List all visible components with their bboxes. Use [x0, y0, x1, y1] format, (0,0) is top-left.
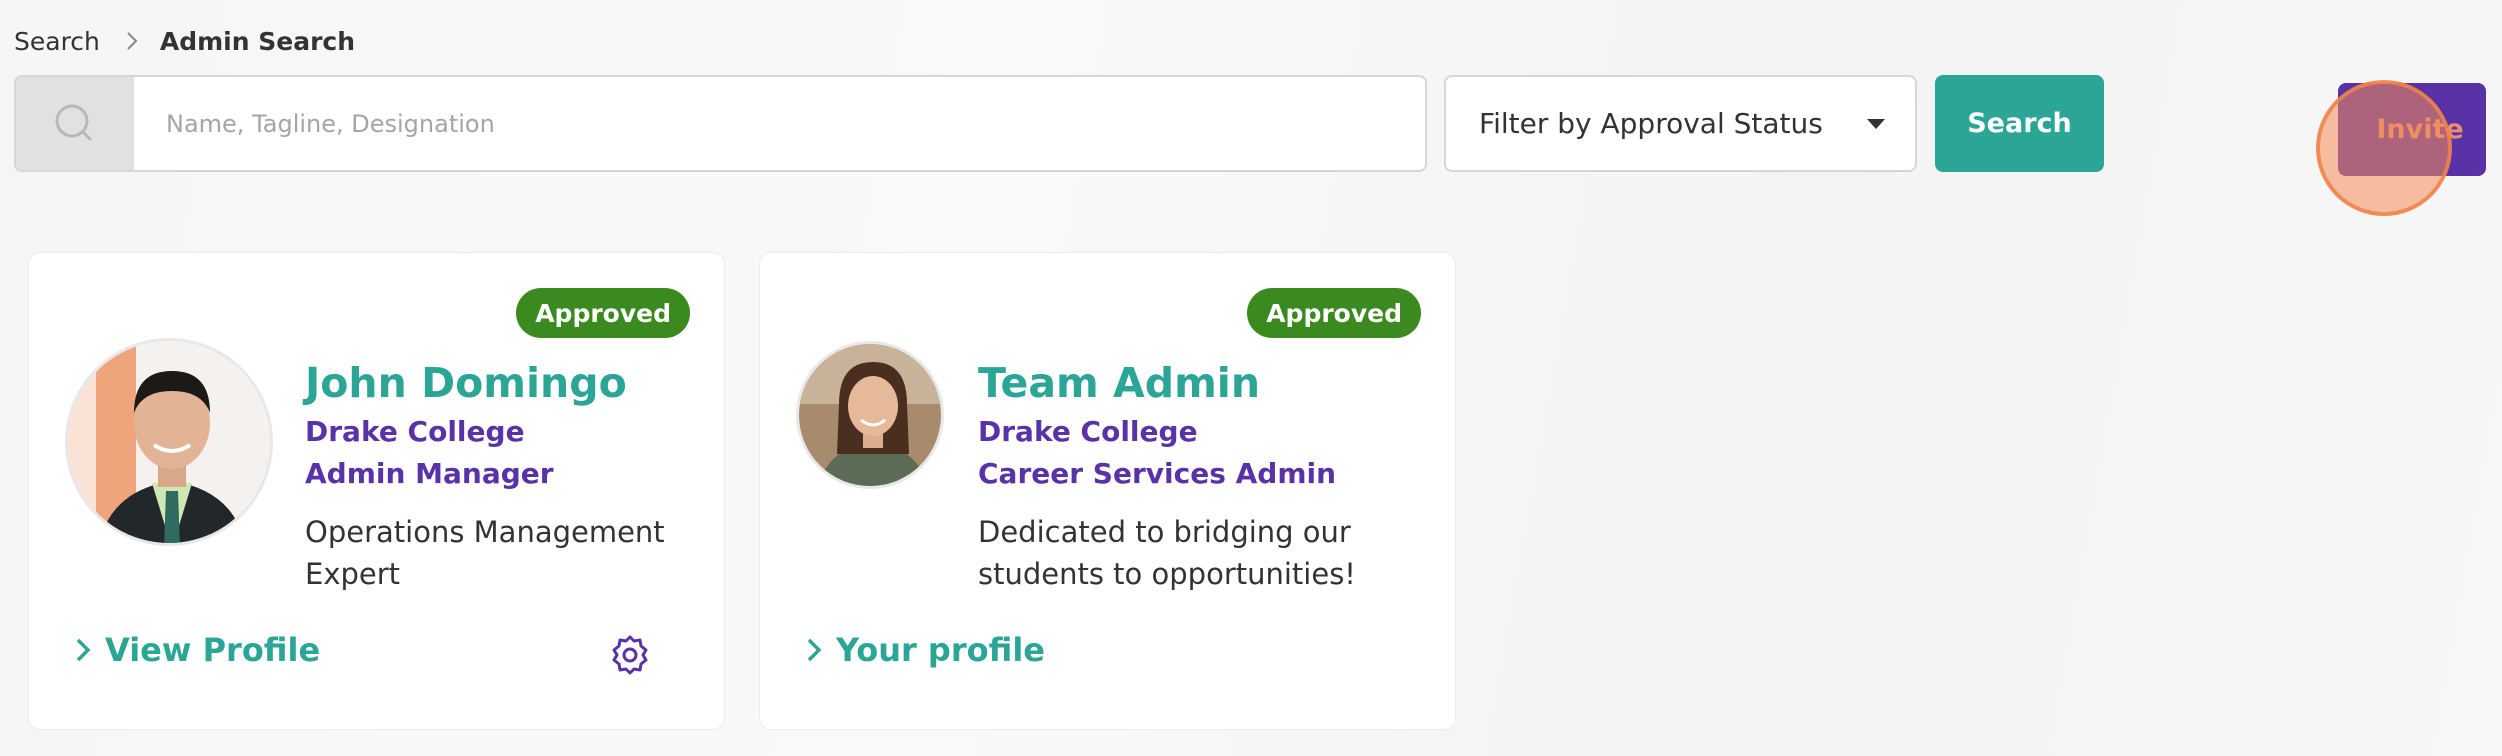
admin-search-page: Search Admin Search Filter by Approval S… — [0, 0, 2502, 756]
chevron-right-icon — [806, 637, 822, 663]
admin-card: Approved John Domingo Drake College Admi… — [28, 252, 725, 730]
search-input[interactable] — [134, 77, 1425, 170]
avatar — [796, 341, 944, 489]
admin-info: John Domingo Drake College Admin Manager… — [305, 355, 705, 595]
admin-role: Admin Manager — [305, 457, 554, 490]
search-button[interactable]: Search — [1935, 75, 2104, 172]
admin-tagline: Dedicated to bridging our students to op… — [978, 515, 1356, 591]
admin-tagline: Operations Management Expert — [305, 515, 665, 591]
admin-name[interactable]: Team Admin — [978, 355, 1378, 411]
admin-name[interactable]: John Domingo — [305, 355, 705, 411]
admin-card: Approved Team Admin Drake College Career… — [759, 252, 1456, 730]
chevron-right-icon — [75, 637, 91, 663]
status-badge: Approved — [1247, 288, 1421, 338]
approval-status-filter[interactable]: Filter by Approval Status — [1444, 75, 1917, 172]
admin-org: Drake College — [305, 415, 525, 448]
breadcrumb-search-link[interactable]: Search — [14, 27, 100, 56]
search-box — [14, 75, 1427, 172]
filter-label: Filter by Approval Status — [1479, 107, 1823, 140]
admin-info: Team Admin Drake College Career Services… — [978, 355, 1378, 595]
caret-down-icon — [1867, 118, 1885, 129]
avatar — [65, 338, 273, 546]
your-profile-link[interactable]: Your profile — [806, 631, 1045, 669]
search-icon[interactable] — [16, 77, 134, 170]
invite-button[interactable]: Invite — [2338, 83, 2486, 176]
breadcrumb-current: Admin Search — [159, 26, 356, 56]
admin-role: Career Services Admin — [978, 457, 1337, 490]
admin-org: Drake College — [978, 415, 1198, 448]
status-badge: Approved — [516, 288, 690, 338]
your-profile-label: Your profile — [836, 631, 1045, 669]
gear-icon[interactable] — [606, 631, 654, 679]
view-profile-link[interactable]: View Profile — [75, 631, 320, 669]
view-profile-label: View Profile — [105, 631, 321, 669]
chevron-right-icon — [122, 31, 142, 51]
breadcrumb: Search Admin Search — [14, 26, 355, 56]
